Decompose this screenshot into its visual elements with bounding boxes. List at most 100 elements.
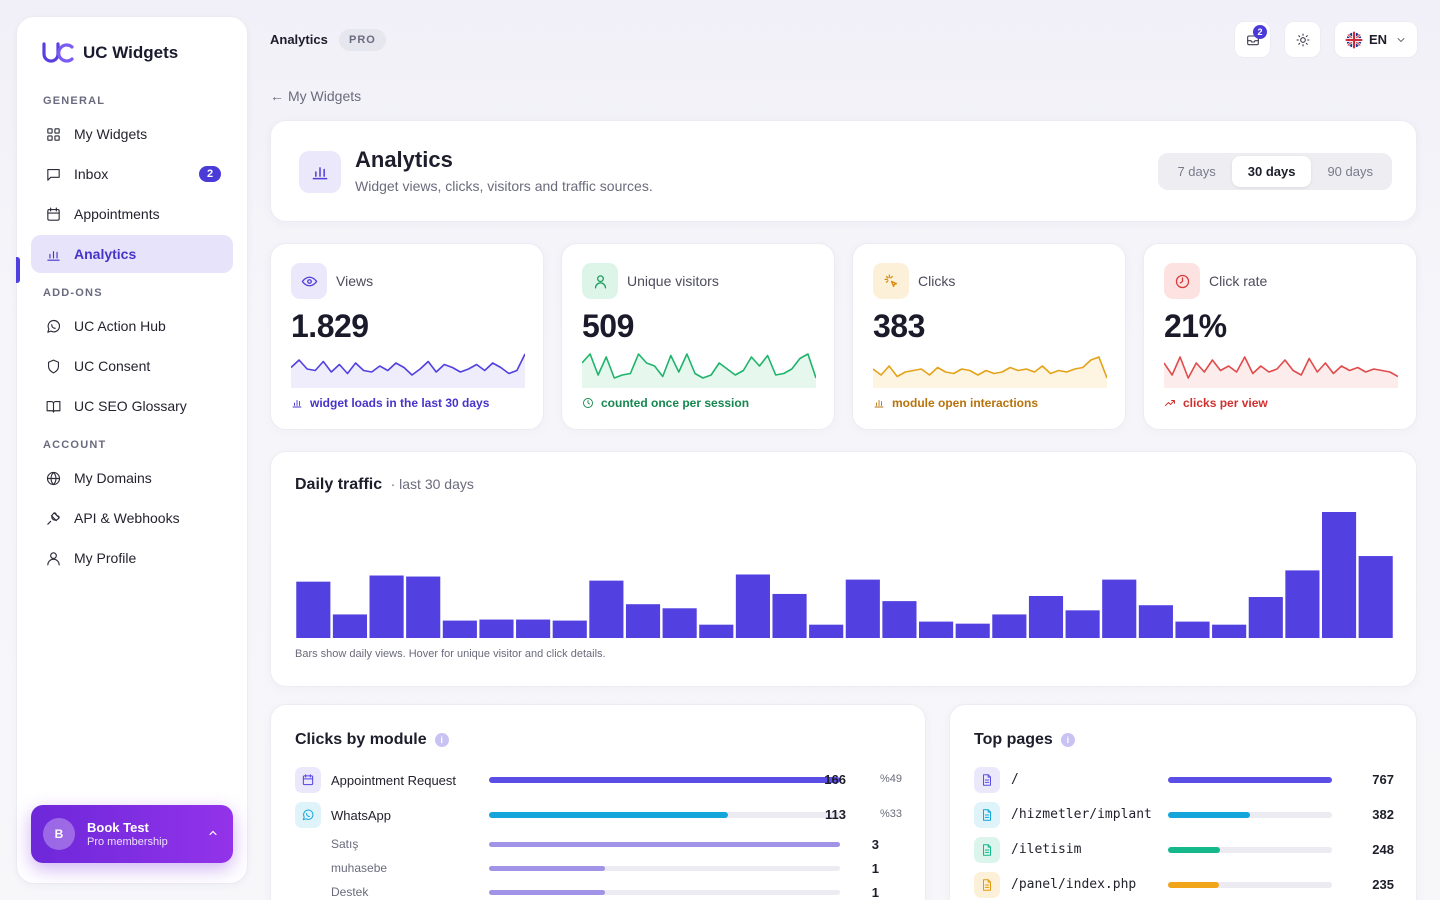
stat-icon-bg — [582, 263, 618, 299]
traffic-bar[interactable] — [332, 614, 368, 638]
traffic-bar[interactable] — [1175, 621, 1210, 638]
traffic-bar[interactable] — [369, 575, 404, 638]
theme-toggle-button[interactable] — [1284, 21, 1321, 58]
traffic-bar[interactable] — [955, 623, 990, 638]
traffic-bar[interactable] — [479, 619, 514, 638]
page-row[interactable]: /panel/index.php 235 — [974, 872, 1394, 898]
traffic-bar[interactable] — [625, 604, 661, 638]
notifications-button[interactable]: 2 — [1234, 21, 1271, 58]
user-menu-card[interactable]: B Book Test Pro membership — [31, 805, 233, 863]
traffic-bar[interactable] — [589, 580, 624, 638]
rate-sparkline — [1164, 356, 1398, 388]
module-count: 113 — [825, 807, 846, 822]
traffic-bar[interactable] — [809, 624, 844, 638]
traffic-bar[interactable] — [662, 608, 697, 638]
traffic-bar[interactable] — [406, 576, 441, 638]
sidebar-item-label: Appointments — [74, 206, 160, 222]
sidebar-item-my-domains[interactable]: My Domains — [31, 459, 233, 497]
sparkline-area — [1164, 357, 1398, 388]
traffic-bar[interactable] — [1285, 570, 1320, 638]
message-icon — [47, 168, 60, 181]
subrow-bar-track — [489, 842, 840, 847]
subrow-bar-fill — [489, 842, 840, 847]
sidebar-item-analytics[interactable]: Analytics — [31, 235, 233, 273]
sidebar-item-my-widgets[interactable]: My Widgets — [31, 115, 233, 153]
traffic-bar[interactable] — [442, 620, 477, 638]
user-info: Book Test Pro membership — [87, 820, 168, 848]
traffic-bar[interactable] — [552, 620, 587, 638]
stat-value: 21% — [1164, 308, 1227, 344]
traffic-bar[interactable] — [296, 581, 331, 638]
traffic-bar[interactable] — [735, 574, 770, 638]
traffic-bar[interactable] — [1138, 605, 1173, 638]
page-row[interactable]: /hizmetler/implant 382 — [974, 802, 1394, 828]
page-bar-fill — [1168, 777, 1332, 783]
page-row[interactable]: / 767 — [974, 767, 1394, 793]
module-row[interactable]: Appointment Request 166 %49 — [295, 767, 903, 793]
user-icon — [594, 274, 606, 289]
bar-chart-icon — [292, 400, 302, 408]
module-row[interactable]: WhatsApp 113 %33 — [295, 802, 903, 828]
traffic-bar[interactable] — [699, 624, 734, 638]
stat-footnote: clicks per view — [1164, 396, 1268, 410]
sidebar-item-appointments[interactable]: Appointments — [31, 195, 233, 233]
eye-icon — [301, 276, 317, 286]
avatar: B — [43, 818, 75, 850]
page-title: Analytics — [355, 147, 453, 172]
subrow-name: Destek — [331, 885, 369, 899]
traffic-bar[interactable] — [992, 614, 1027, 638]
sidebar-item-label: My Domains — [74, 470, 152, 486]
chevron-down-icon — [1397, 37, 1405, 42]
info-icon[interactable]: i — [1060, 733, 1075, 747]
subrow-count: 3 — [871, 837, 879, 852]
stat-footnote-text: module open interactions — [892, 396, 1039, 410]
daily-traffic-card: Daily traffic · last 30 days Bars show d… — [270, 451, 1417, 687]
pointer-click-icon — [883, 273, 897, 287]
traffic-bar[interactable] — [516, 619, 551, 638]
section-title: Clicks by module i — [295, 731, 449, 749]
brand[interactable]: UC Widgets — [41, 41, 178, 65]
sparkline-line — [582, 353, 816, 379]
traffic-bar[interactable] — [1102, 579, 1137, 638]
traffic-bar[interactable] — [1028, 596, 1064, 638]
stat-value: 383 — [873, 308, 925, 344]
traffic-bar[interactable] — [1212, 624, 1247, 638]
traffic-bar[interactable] — [772, 593, 807, 638]
stat-footnote-text: counted once per session — [601, 396, 750, 410]
traffic-bar[interactable] — [845, 579, 880, 638]
module-bar-fill — [489, 812, 728, 818]
back-link-label: My Widgets — [288, 88, 362, 104]
analytics-header-card: Analytics Widget views, clicks, visitors… — [270, 120, 1417, 222]
language-selector[interactable]: EN — [1334, 21, 1418, 58]
sidebar-item-inbox[interactable]: Inbox 2 — [31, 155, 233, 193]
traffic-title-text: Daily traffic — [295, 476, 383, 493]
stat-label: Views — [336, 273, 374, 289]
traffic-bar[interactable] — [882, 601, 917, 638]
info-icon[interactable]: i — [434, 733, 449, 747]
arrow-left-icon: ← — [270, 88, 284, 104]
traffic-bar[interactable] — [1321, 512, 1357, 638]
range-30-days-button[interactable]: 30 days — [1231, 156, 1312, 187]
page-icon-bg — [974, 767, 1000, 793]
module-bar-track — [489, 777, 840, 783]
user-plan: Pro membership — [87, 836, 168, 848]
module-bar-fill — [489, 777, 840, 783]
range-90-days-button[interactable]: 90 days — [1311, 156, 1389, 187]
grid-icon — [47, 127, 60, 141]
range-7-days-button[interactable]: 7 days — [1161, 156, 1231, 187]
whatsapp-icon — [302, 809, 314, 821]
sidebar-item-uc-action-hub[interactable]: UC Action Hub — [31, 307, 233, 345]
traffic-bar[interactable] — [919, 621, 954, 638]
traffic-bar[interactable] — [1065, 610, 1100, 638]
sidebar-item-uc-seo-glossary[interactable]: UC SEO Glossary — [31, 387, 233, 425]
traffic-bar[interactable] — [1358, 556, 1393, 638]
sidebar-item-uc-consent[interactable]: UC Consent — [31, 347, 233, 385]
traffic-bar[interactable] — [1248, 597, 1283, 638]
page-row[interactable]: /iletisim 248 — [974, 837, 1394, 863]
inbox-count-badge: 2 — [199, 166, 221, 182]
back-link[interactable]: ← My Widgets — [270, 88, 361, 104]
chevron-up-icon — [209, 830, 217, 836]
sidebar-item-api-webhooks[interactable]: API & Webhooks — [31, 499, 233, 537]
page-count: 235 — [1372, 877, 1394, 892]
sidebar-item-my-profile[interactable]: My Profile — [31, 539, 233, 577]
